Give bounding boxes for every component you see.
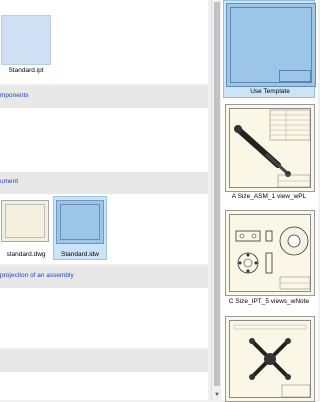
scrollbar-thumb[interactable] — [214, 2, 220, 386]
cross-part-icon — [233, 324, 311, 398]
template-caption: C Size_IPT_5 views_wNote — [228, 298, 310, 305]
part-views-icon — [235, 226, 311, 290]
parts-section: Standard.ipt — [0, 0, 208, 84]
template-caption: A Size_ASM_1 view_wPL — [231, 193, 307, 200]
drawing-file-icon — [1, 200, 49, 242]
section-header-presentation: projection of an assembly — [0, 266, 208, 288]
section-header-drawing: ument — [0, 172, 208, 194]
section-header-components: mponents — [0, 86, 208, 108]
template-card-4[interactable] — [223, 316, 315, 402]
file-standard-ipt[interactable]: Standard.ipt — [0, 15, 52, 81]
drawing-file-icon — [56, 200, 104, 244]
template-card-a-size-asm[interactable]: A Size_ASM_1 view_wPL — [223, 104, 315, 204]
file-label: Standard.ipt — [8, 67, 44, 74]
other-section — [0, 372, 208, 400]
template-card-c-size-ipt[interactable]: C Size_IPT_5 views_wNote — [223, 210, 315, 310]
section-header-other — [0, 350, 208, 372]
presentation-section — [0, 288, 208, 348]
template-preview-image — [225, 316, 315, 402]
template-list-pane: Standard.ipt mponents ument standard.dwg… — [0, 0, 210, 400]
template-caption: Use Template — [250, 88, 290, 95]
template-preview-image — [225, 104, 315, 192]
scroll-down-arrow-icon[interactable]: ▼ — [213, 391, 221, 399]
template-preview-image — [226, 3, 316, 87]
file-label: Standard.idw — [61, 251, 99, 258]
file-standard-idw[interactable]: Standard.idw — [54, 196, 106, 260]
template-card-use-template[interactable]: Use Template — [223, 0, 316, 98]
part-file-icon — [1, 15, 51, 65]
template-preview-image — [225, 210, 315, 296]
template-preview-pane: Use Template A Size_ASM_1 view_wPL C Siz… — [221, 0, 318, 402]
file-standard-dwg[interactable]: standard.dwg — [0, 196, 52, 260]
drawing-section: standard.dwg Standard.idw — [0, 194, 208, 264]
file-label: standard.dwg — [6, 251, 46, 258]
assembly-cylinder-icon — [234, 109, 311, 188]
assembly-section — [0, 108, 208, 172]
